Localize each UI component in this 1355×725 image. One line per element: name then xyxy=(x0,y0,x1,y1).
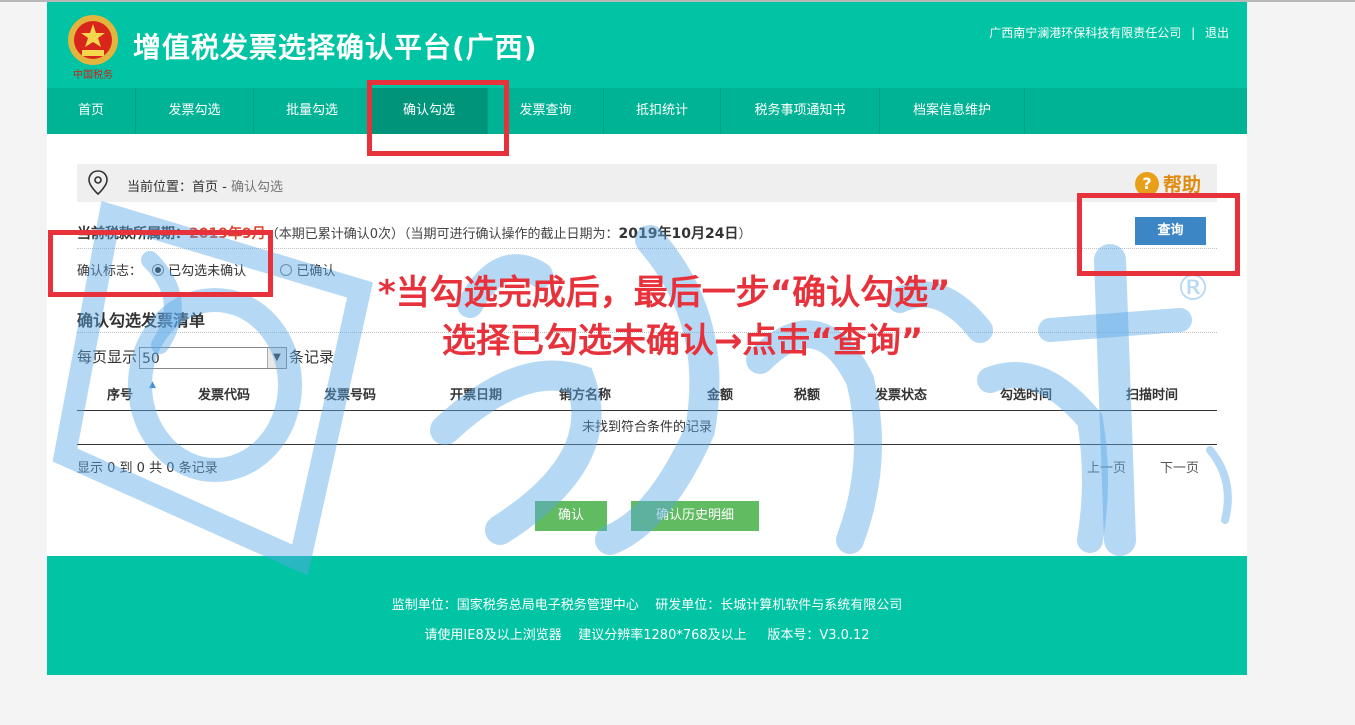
chevron-down-icon[interactable]: ▼ xyxy=(267,347,287,368)
page-size-value: 50 xyxy=(142,350,160,367)
question-icon: ? xyxy=(1134,172,1159,196)
confirm-flag-label: 确认标志： xyxy=(77,264,143,279)
radio-label: 已勾选未确认 xyxy=(168,264,247,279)
empty-row: 未找到符合条件的记录 xyxy=(77,411,1217,445)
divider xyxy=(77,248,1217,249)
confirm-history-button[interactable]: 确认历史明细 xyxy=(631,501,759,531)
help-button[interactable]: ? 帮助 xyxy=(1134,170,1201,197)
page-title: 增值税发票选择确认平台(广西) xyxy=(133,31,538,64)
footer: 监制单位：国家税务总局电子税务管理中心 研发单位：长城计算机软件与系统有限公司 … xyxy=(47,556,1247,675)
column-label: 序号 xyxy=(107,388,134,403)
header-bar: 中国税务 增值税发票选择确认平台(广西) 广西南宁澜港环保科技有限责任公司 | … xyxy=(47,2,1247,88)
prev-page-link[interactable]: 上一页 xyxy=(1087,457,1126,476)
tax-period-row: 当前税款所属期：2019年9月（本期已累计确认0次）（当期可进行确认操作的截止日… xyxy=(77,223,751,243)
column-header-index[interactable]: 序号 xyxy=(107,384,133,403)
userbar-separator: | xyxy=(1191,26,1196,40)
column-header-amount[interactable]: 金额 xyxy=(707,384,733,403)
column-header-seller[interactable]: 销方名称 xyxy=(559,384,611,403)
radio-icon[interactable] xyxy=(152,264,165,276)
period-value: 2019年9月 xyxy=(189,226,266,242)
radio-confirmed[interactable]: 已确认 xyxy=(280,264,335,279)
page-size-row: 每页显示 50 ▼ 条记录 xyxy=(77,346,334,369)
next-page-link[interactable]: 下一页 xyxy=(1160,457,1199,476)
column-header-select-time[interactable]: 勾选时间 xyxy=(1000,384,1052,403)
column-header-tax[interactable]: 税额 xyxy=(794,384,820,403)
divider xyxy=(77,332,1217,333)
column-header-status[interactable]: 发票状态 xyxy=(875,384,927,403)
breadcrumb-current: 确认勾选 xyxy=(230,180,283,195)
nav-item-deduction-stats[interactable]: 抵扣统计 xyxy=(604,88,721,134)
radio-selected-unconfirmed[interactable]: 已勾选未确认 xyxy=(152,264,246,279)
nav-item-invoice-query[interactable]: 发票查询 xyxy=(488,88,604,134)
company-name: 广西南宁澜港环保科技有限责任公司 xyxy=(989,26,1182,40)
nav-item-batch-select[interactable]: 批量勾选 xyxy=(254,88,371,134)
column-header-date[interactable]: 开票日期 xyxy=(450,384,502,403)
breadcrumb-prefix: 当前位置：首页 - xyxy=(127,180,231,195)
footer-line-1: 监制单位：国家税务总局电子税务管理中心 研发单位：长城计算机软件与系统有限公司 xyxy=(391,598,903,613)
column-header-number[interactable]: 发票号码 xyxy=(324,384,376,403)
confirm-flag-row: 确认标志： 已勾选未确认 已确认 xyxy=(77,260,335,279)
logout-link[interactable]: 退出 xyxy=(1205,26,1229,40)
period-close: ） xyxy=(738,227,752,242)
column-header-code[interactable]: 发票代码 xyxy=(198,384,250,403)
period-note: （本期已累计确认0次）（当期可进行确认操作的截止日期为： xyxy=(265,227,619,242)
radio-icon[interactable] xyxy=(280,264,293,276)
page-size-select[interactable]: 50 ▼ xyxy=(139,346,288,369)
column-header-scan-time[interactable]: 扫描时间 xyxy=(1126,384,1178,403)
help-label: 帮助 xyxy=(1162,174,1201,196)
page-container: 中国税务 增值税发票选择确认平台(广西) 广西南宁澜港环保科技有限责任公司 | … xyxy=(47,2,1247,675)
nav-item-home[interactable]: 首页 xyxy=(47,88,136,134)
query-button[interactable]: 查询 xyxy=(1135,217,1206,245)
sort-ascending-icon[interactable]: ▲ xyxy=(149,380,156,390)
list-title: 确认勾选发票清单 xyxy=(77,311,206,330)
footer-line-2: 请使用IE8及以上浏览器 建议分辨率1280*768及以上 版本号：V3.0.1… xyxy=(424,628,870,643)
period-label: 当前税款所属期： xyxy=(77,226,189,242)
tax-emblem-icon: 中国税务 xyxy=(68,15,118,81)
page-size-prefix: 每页显示 xyxy=(77,348,138,366)
breadcrumb-text: 当前位置：首页 - 确认勾选 xyxy=(127,176,283,195)
nav-item-archive-info[interactable]: 档案信息维护 xyxy=(880,88,1025,134)
nav-item-tax-notice[interactable]: 税务事项通知书 xyxy=(721,88,880,134)
page-size-suffix: 条记录 xyxy=(289,348,335,366)
radio-label: 已确认 xyxy=(296,264,336,279)
emblem-text: 中国税务 xyxy=(73,68,113,81)
confirm-button[interactable]: 确认 xyxy=(535,501,607,531)
period-deadline: 2019年10月24日 xyxy=(618,226,739,242)
nav-item-invoice-select[interactable]: 发票勾选 xyxy=(136,88,254,134)
nav-item-confirm-select[interactable]: 确认勾选 xyxy=(371,88,488,134)
user-bar: 广西南宁澜港环保科技有限责任公司 | 退出 xyxy=(989,24,1229,41)
table-header: 序号 ▲ 发票代码 发票号码 开票日期 销方名称 金额 税额 发票状态 勾选时间… xyxy=(77,380,1217,411)
records-info: 显示 0 到 0 共 0 条记录 xyxy=(77,461,218,476)
location-pin-icon xyxy=(88,170,108,196)
main-nav: 首页 发票勾选 批量勾选 确认勾选 发票查询 抵扣统计 税务事项通知书 档案信息… xyxy=(47,88,1247,134)
breadcrumb: 当前位置：首页 - 确认勾选 ? 帮助 xyxy=(77,164,1217,202)
